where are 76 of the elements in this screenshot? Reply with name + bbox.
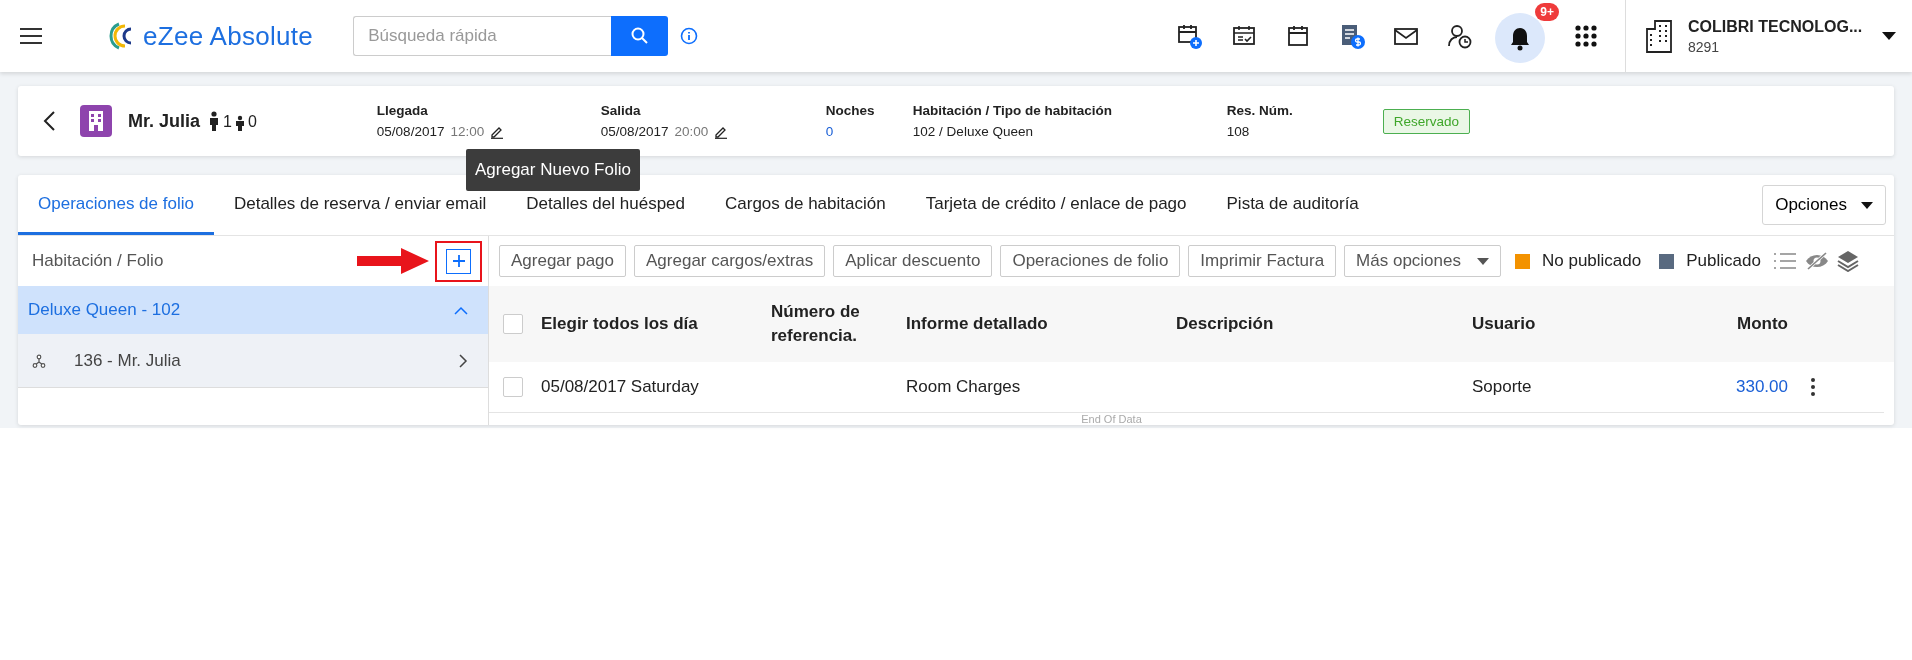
room-row[interactable]: Deluxe Queen - 102 (18, 286, 488, 334)
brand-name: eZee Absolute (143, 20, 314, 52)
tab[interactable]: Tarjeta de crédito / enlace de pago (905, 175, 1207, 235)
toolbar-button[interactable]: Agregar pago (499, 245, 627, 277)
legend-label: Publicado (1686, 251, 1761, 271)
field-value: 05/08/2017 (376, 124, 445, 139)
column-header: Elegir todos los día (541, 314, 699, 334)
room-label: Deluxe Queen - 102 (28, 300, 181, 320)
search-field[interactable]: Búsqueda rápida (353, 16, 612, 56)
column-header: Número de referencia. (771, 301, 861, 347)
add-folio-button[interactable] (446, 248, 471, 274)
checkbox[interactable] (503, 377, 523, 397)
back-icon[interactable] (42, 110, 56, 132)
child-count: 0 (247, 113, 257, 131)
child-icon (234, 115, 245, 131)
field-value: 102 / Deluxe Queen (912, 124, 1033, 139)
field-time: 20:00 (674, 124, 709, 139)
end-of-data-text: End Of Data (1081, 413, 1142, 425)
search-button[interactable] (611, 16, 669, 56)
column-header: Monto (1736, 314, 1788, 334)
arrow-icon (357, 248, 429, 274)
folio-label: 136 - Mr. Julia (74, 350, 182, 371)
calendar-add-icon[interactable] (1176, 22, 1204, 50)
column-header: Descripción (1176, 314, 1275, 334)
menu-icon[interactable] (19, 27, 43, 45)
field-label: Habitación / Tipo de habitación (912, 103, 1114, 118)
checkbox[interactable] (503, 314, 523, 334)
folio-row[interactable]: 136 - Mr. Julia (18, 334, 488, 388)
info-icon[interactable] (680, 27, 699, 45)
field-time: 12:00 (450, 124, 485, 139)
table-cell-text: 05/08/2017 Saturday (541, 377, 700, 397)
hidden-eye-icon[interactable] (1804, 251, 1829, 271)
more-icon[interactable] (1810, 377, 1816, 397)
field-value: 0 (825, 124, 834, 139)
adult-icon (208, 111, 221, 131)
toolbar-button[interactable]: Operaciones de folio (1000, 245, 1181, 277)
tab[interactable]: Pista de auditoría (1206, 175, 1379, 235)
toolbar-button[interactable]: Aplicar descuento (833, 245, 993, 277)
more-options-dropdown[interactable]: Más opciones (1344, 245, 1501, 277)
company-code: 8291 (1688, 38, 1721, 55)
tooltip: Agregar Nuevo Folio (466, 149, 640, 191)
bell-icon (1508, 25, 1532, 51)
options-dropdown[interactable]: Opciones (1762, 185, 1886, 225)
adult-count: 1 (223, 113, 232, 131)
status-badge: Reservado (1382, 108, 1471, 134)
caret-icon (1477, 257, 1489, 265)
column-header: Informe detallado (906, 314, 1049, 334)
tab[interactable]: Cargos de habitación (705, 175, 906, 235)
building-icon (1644, 19, 1674, 53)
user-clock-icon[interactable] (1446, 22, 1474, 50)
field-value: 108 (1226, 124, 1250, 139)
toolbar-button[interactable]: Agregar cargos/extras (634, 245, 826, 277)
column-header: Usuario (1472, 314, 1537, 334)
field-label: Llegada (376, 103, 429, 118)
toolbar-button[interactable]: Imprimir Factura (1188, 245, 1337, 277)
field-value: 05/08/2017 (600, 124, 669, 139)
hotel-icon (80, 105, 112, 137)
table-cell-text: Room Charges (906, 377, 1022, 397)
layers-icon[interactable] (1836, 250, 1859, 272)
field-label: Salida (600, 103, 642, 118)
tab[interactable]: Operaciones de folio (18, 175, 214, 235)
nodes-icon (32, 353, 46, 368)
guest-name: Mr. Julia (128, 110, 201, 132)
search-icon (630, 27, 649, 45)
apps-grid-icon[interactable] (1574, 24, 1598, 48)
panel-title: Habitación / Folio (32, 251, 165, 271)
field-label: Noches (825, 103, 876, 118)
notification-badge: 9+ (1535, 3, 1559, 21)
table-cell-text: Soporte (1472, 377, 1533, 397)
caret-icon (1861, 201, 1873, 209)
field-label: Res. Núm. (1226, 103, 1294, 118)
company-name: COLIBRI TECNOLOG... (1688, 17, 1864, 36)
legend-label: No publicado (1542, 251, 1642, 271)
table-cell-text: 330.00 (1735, 377, 1788, 397)
caret-icon[interactable] (1882, 32, 1896, 40)
chevron-icon[interactable] (459, 353, 468, 368)
